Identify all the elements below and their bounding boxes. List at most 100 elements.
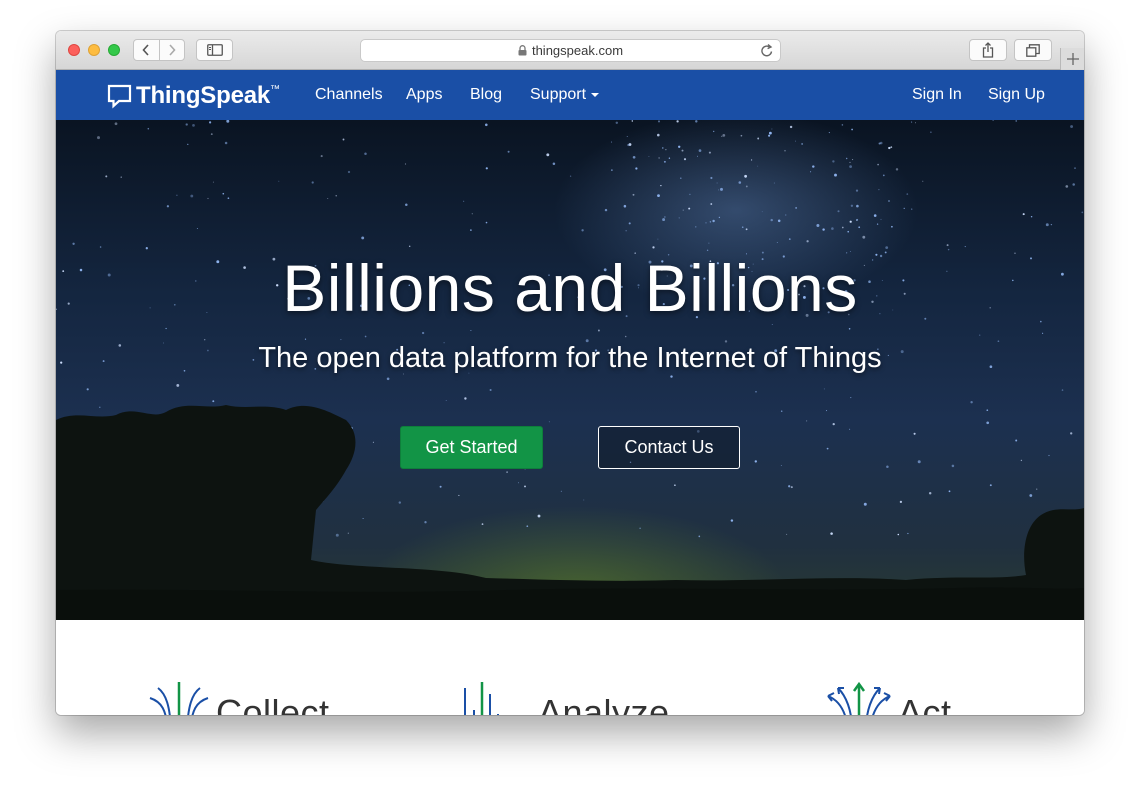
star (166, 205, 170, 208)
share-icon (982, 42, 994, 58)
get-started-button[interactable]: Get Started (400, 426, 543, 469)
brand-logo-link[interactable]: ThingSpeak ™ (107, 82, 280, 110)
star (196, 227, 198, 230)
star (597, 329, 600, 332)
star (992, 120, 994, 121)
star (147, 127, 150, 130)
star (826, 447, 829, 450)
feature-label: Act (898, 692, 952, 715)
star (445, 400, 447, 402)
star (710, 176, 713, 180)
star (862, 235, 866, 239)
star (1050, 223, 1053, 226)
star (347, 170, 351, 174)
minimize-window-button[interactable] (88, 44, 100, 56)
caret-down-icon (591, 92, 600, 97)
star (320, 155, 323, 158)
sign-in-link[interactable]: Sign In (912, 86, 962, 104)
star (569, 175, 572, 177)
star (788, 238, 791, 240)
star (657, 238, 659, 240)
sidebar-button[interactable] (196, 39, 233, 61)
star (911, 121, 913, 123)
zoom-window-button[interactable] (108, 44, 120, 56)
brand-name: ThingSpeak (136, 82, 271, 109)
star (757, 137, 760, 140)
star (481, 523, 484, 525)
star (114, 122, 118, 126)
browser-toolbar: thingspeak.com (56, 31, 1084, 70)
star (751, 159, 753, 161)
star (801, 143, 803, 145)
star (624, 335, 627, 338)
star (741, 226, 744, 229)
star (227, 197, 230, 200)
star (623, 204, 627, 208)
new-tab-button[interactable] (1060, 48, 1084, 70)
star (1015, 439, 1018, 442)
sign-up-link[interactable]: Sign Up (988, 86, 1045, 104)
star (463, 200, 465, 202)
star (790, 486, 793, 489)
reload-icon[interactable] (760, 43, 774, 58)
star (745, 228, 748, 231)
nav-support-dropdown[interactable]: Support (530, 86, 600, 104)
nav-link-channels[interactable]: Channels (315, 86, 383, 104)
star (850, 397, 852, 399)
nav-link-blog[interactable]: Blog (470, 86, 502, 104)
nav-link-apps[interactable]: Apps (406, 86, 442, 104)
tabs-overview-button[interactable] (1014, 39, 1052, 61)
contact-us-button[interactable]: Contact Us (598, 426, 740, 469)
star (848, 328, 851, 330)
forward-button[interactable] (160, 40, 185, 60)
star (408, 245, 411, 248)
star (625, 230, 627, 232)
star (327, 198, 329, 199)
star (470, 229, 472, 231)
address-bar[interactable]: thingspeak.com (360, 39, 781, 62)
star (421, 331, 425, 335)
star (1030, 215, 1033, 218)
star (897, 533, 900, 536)
star (657, 120, 661, 123)
star (930, 131, 932, 133)
star (632, 193, 635, 196)
star (755, 390, 757, 393)
back-button[interactable] (134, 40, 159, 60)
star (946, 244, 949, 247)
collect-icon (149, 682, 209, 715)
hero-subtitle: The open data platform for the Internet … (258, 342, 882, 374)
star (361, 236, 365, 240)
star (583, 499, 585, 501)
features-section: Collect Analyze Act (56, 620, 1084, 715)
star (674, 484, 676, 487)
star (730, 519, 734, 522)
sidebar-icon (206, 44, 223, 56)
star (789, 125, 793, 129)
close-window-button[interactable] (68, 44, 80, 56)
analyze-icon (464, 682, 499, 715)
star (676, 120, 679, 123)
star (744, 174, 747, 178)
star (877, 163, 879, 166)
star (203, 338, 206, 341)
star (828, 132, 830, 134)
star (439, 485, 442, 488)
star (738, 181, 742, 184)
star (99, 246, 102, 248)
star (986, 421, 990, 425)
star (784, 150, 786, 152)
star (822, 228, 825, 231)
star (99, 406, 101, 409)
share-button[interactable] (969, 39, 1007, 61)
star (657, 194, 660, 198)
star (780, 465, 782, 467)
star (1029, 494, 1033, 497)
star (863, 502, 867, 506)
star (770, 218, 773, 222)
star (682, 209, 684, 211)
star (795, 207, 797, 209)
star (304, 338, 307, 340)
star (986, 409, 989, 412)
star (928, 492, 932, 495)
